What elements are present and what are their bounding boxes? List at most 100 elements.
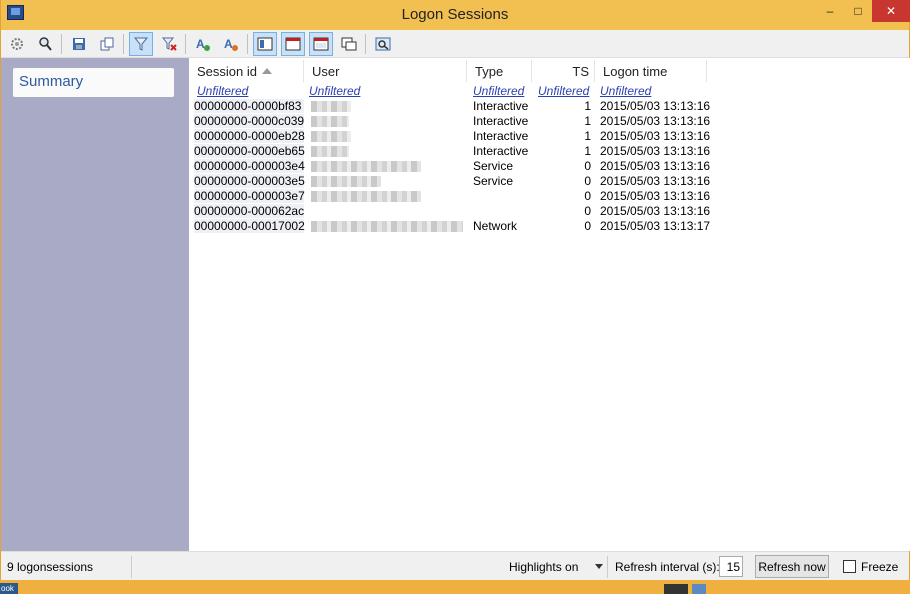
find-icon bbox=[39, 37, 52, 51]
status-separator bbox=[131, 556, 132, 578]
column-header-ts[interactable]: TS bbox=[532, 60, 595, 82]
refresh-interval-label: Refresh interval (s): bbox=[615, 560, 720, 574]
filter-link-type[interactable]: Unfiltered bbox=[473, 84, 524, 98]
cell-logon-time: 2015/05/03 13:13:16 bbox=[600, 159, 711, 173]
chevron-down-icon[interactable] bbox=[595, 564, 603, 569]
cell-ts: 0 bbox=[584, 159, 591, 173]
status-bar: 9 logonsessions Highlights on Refresh in… bbox=[1, 551, 909, 580]
table-row[interactable]: 00000000-0000c039 Interactive 1 2015/05/… bbox=[189, 114, 910, 129]
user-redacted bbox=[311, 146, 349, 157]
view-split-icon bbox=[257, 37, 273, 51]
maximize-button[interactable]: □ bbox=[844, 0, 872, 22]
cell-type: Interactive bbox=[473, 99, 529, 113]
filter-link-logon-time[interactable]: Unfiltered bbox=[600, 84, 651, 98]
cell-ts: 0 bbox=[584, 174, 591, 188]
user-redacted bbox=[311, 161, 421, 172]
filter-link-ts[interactable]: Unfiltered bbox=[538, 84, 589, 98]
app-window: Logon Sessions – □ ✕ A A Summary Session… bbox=[0, 0, 910, 580]
find-button[interactable] bbox=[33, 32, 57, 56]
table-row[interactable]: 00000000-000062ac 0 2015/05/03 13:13:16 bbox=[189, 204, 910, 219]
view-top-icon bbox=[285, 37, 301, 51]
taskbar-app[interactable]: ook bbox=[0, 583, 18, 594]
clear-filter-icon bbox=[161, 37, 177, 51]
copy-button[interactable] bbox=[95, 32, 119, 56]
title-bar: Logon Sessions – □ ✕ bbox=[1, 0, 910, 30]
filter-link-session-id[interactable]: Unfiltered bbox=[197, 84, 248, 98]
toolbar-separator bbox=[247, 34, 248, 54]
view-cascade-icon bbox=[341, 37, 357, 51]
table-row[interactable]: 00000000-0000bf83 Interactive 1 2015/05/… bbox=[189, 99, 910, 114]
view-top-button[interactable] bbox=[281, 32, 305, 56]
cell-ts: 1 bbox=[584, 129, 591, 143]
highlight-remove-button[interactable]: A bbox=[219, 32, 243, 56]
refresh-now-button[interactable]: Refresh now bbox=[755, 555, 829, 578]
cell-session-id: 00000000-00017002 bbox=[194, 219, 305, 233]
column-header-type[interactable]: Type bbox=[467, 60, 532, 82]
cell-logon-time: 2015/05/03 13:13:17 bbox=[600, 219, 711, 233]
cell-logon-time: 2015/05/03 13:13:16 bbox=[600, 99, 711, 113]
cell-ts: 1 bbox=[584, 114, 591, 128]
freeze-checkbox[interactable] bbox=[843, 560, 856, 573]
settings-button[interactable] bbox=[5, 32, 29, 56]
highlight-remove-icon: A bbox=[224, 37, 238, 51]
filter-link-user[interactable]: Unfiltered bbox=[309, 84, 360, 98]
view-window-icon bbox=[313, 37, 329, 51]
sidebar-item-summary[interactable]: Summary bbox=[13, 68, 174, 97]
cell-type: Interactive bbox=[473, 144, 529, 158]
toolbar-separator bbox=[123, 34, 124, 54]
sidebar: Summary bbox=[1, 58, 189, 551]
close-button[interactable]: ✕ bbox=[872, 0, 910, 22]
filter-button[interactable] bbox=[129, 32, 153, 56]
highlight-add-icon: A bbox=[196, 37, 210, 51]
highlight-add-button[interactable]: A bbox=[191, 32, 215, 56]
table-row[interactable]: 00000000-000003e7 0 2015/05/03 13:13:16 bbox=[189, 189, 910, 204]
cell-logon-time: 2015/05/03 13:13:16 bbox=[600, 189, 711, 203]
cell-logon-time: 2015/05/03 13:13:16 bbox=[600, 114, 711, 128]
column-header-session-id[interactable]: Session id bbox=[189, 60, 304, 82]
table-row[interactable]: 00000000-00017002 Network 0 2015/05/03 1… bbox=[189, 219, 910, 234]
svg-text:A: A bbox=[224, 37, 233, 51]
table-row[interactable]: 00000000-0000eb28 Interactive 1 2015/05/… bbox=[189, 129, 910, 144]
cell-session-id: 00000000-0000eb28 bbox=[194, 129, 305, 143]
cell-logon-time: 2015/05/03 13:13:16 bbox=[600, 144, 711, 158]
user-redacted bbox=[311, 116, 349, 127]
cell-session-id: 00000000-0000c039 bbox=[194, 114, 305, 128]
window-title: Logon Sessions bbox=[401, 6, 509, 23]
cell-type: Network bbox=[473, 219, 518, 233]
highlights-dropdown[interactable]: Highlights on bbox=[509, 560, 578, 574]
table-row[interactable]: 00000000-000003e5 Service 0 2015/05/03 1… bbox=[189, 174, 910, 189]
copy-icon bbox=[100, 37, 114, 51]
toolbar-separator bbox=[185, 34, 186, 54]
user-redacted bbox=[311, 221, 463, 232]
save-button[interactable] bbox=[67, 32, 91, 56]
view-window-button[interactable] bbox=[309, 32, 333, 56]
user-redacted bbox=[311, 131, 351, 142]
column-label: Session id bbox=[197, 64, 257, 79]
taskbar bbox=[0, 580, 910, 594]
status-separator bbox=[607, 556, 608, 578]
screenshot-button[interactable] bbox=[371, 32, 395, 56]
taskbar-app-icon[interactable] bbox=[692, 584, 706, 594]
filter-icon bbox=[133, 37, 149, 51]
view-split-button[interactable] bbox=[253, 32, 277, 56]
user-redacted bbox=[311, 191, 421, 202]
cell-session-id: 00000000-000003e4 bbox=[194, 159, 305, 173]
minimize-button[interactable]: – bbox=[816, 0, 844, 22]
column-header-logon-time[interactable]: Logon time bbox=[595, 60, 707, 82]
refresh-interval-input[interactable]: 15 bbox=[719, 556, 743, 577]
column-header-user[interactable]: User bbox=[304, 60, 467, 82]
sort-ascending-icon bbox=[261, 68, 272, 74]
cell-ts: 1 bbox=[584, 99, 591, 113]
table-row[interactable]: 00000000-000003e4 Service 0 2015/05/03 1… bbox=[189, 159, 910, 174]
cell-logon-time: 2015/05/03 13:13:16 bbox=[600, 204, 711, 218]
freeze-label: Freeze bbox=[861, 560, 899, 574]
sessions-table: Session id User Type TS Logon time Unfil… bbox=[189, 58, 910, 551]
view-cascade-button[interactable] bbox=[337, 32, 361, 56]
session-count: 9 logonsessions bbox=[7, 560, 94, 574]
clear-filter-button[interactable] bbox=[157, 32, 181, 56]
toolbar-separator bbox=[61, 34, 62, 54]
table-row[interactable]: 00000000-0000eb65 Interactive 1 2015/05/… bbox=[189, 144, 910, 159]
screenshot-icon bbox=[375, 37, 391, 51]
cell-logon-time: 2015/05/03 13:13:16 bbox=[600, 129, 711, 143]
taskbar-app-icon[interactable] bbox=[664, 584, 688, 594]
